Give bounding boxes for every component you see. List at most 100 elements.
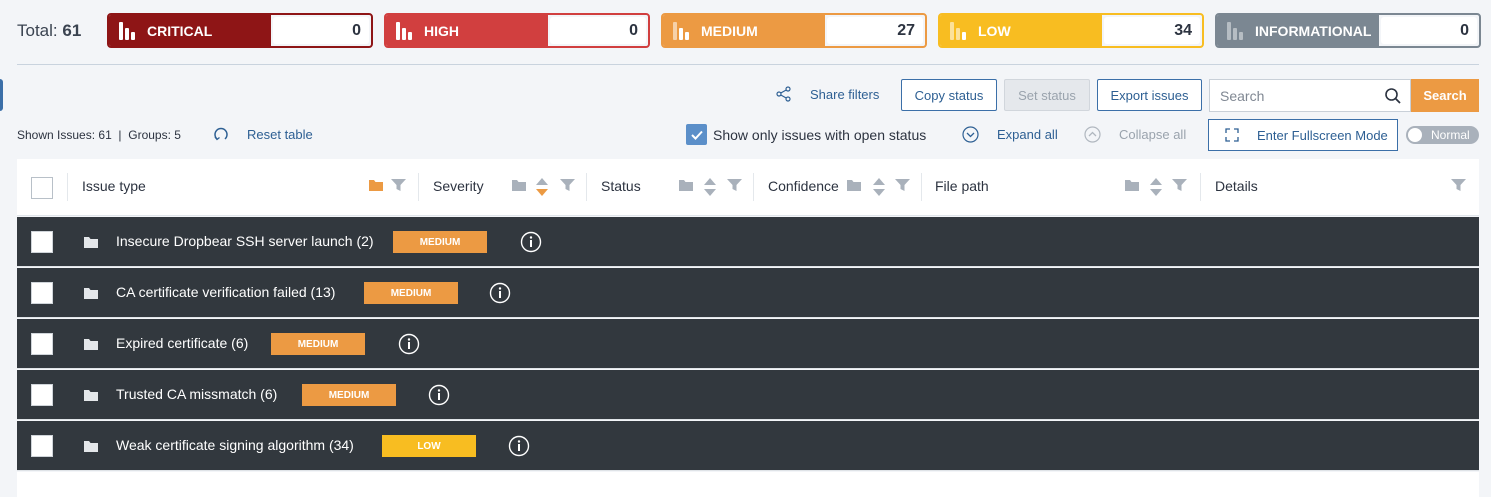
severity-label: LOW <box>978 22 1011 39</box>
severity-bars-icon <box>950 21 968 40</box>
copy-status-button[interactable]: Copy status <box>901 79 997 111</box>
info-icon[interactable] <box>489 282 511 304</box>
search-input[interactable] <box>1220 87 1380 104</box>
filter-icon[interactable] <box>727 178 742 192</box>
filter-icon[interactable] <box>391 178 406 192</box>
group-folder-icon[interactable] <box>368 178 384 192</box>
severity-bars-icon <box>396 21 414 40</box>
row-checkbox[interactable] <box>31 435 53 457</box>
expand-icon <box>1225 128 1239 142</box>
chevron-up-circle-icon <box>1084 126 1101 143</box>
expand-all-link[interactable]: Expand all <box>962 126 1058 143</box>
row-checkbox[interactable] <box>31 282 53 304</box>
column-header-file-path[interactable]: File path <box>935 178 989 194</box>
search-icon[interactable] <box>1384 87 1402 105</box>
severity-card-high[interactable]: HIGH 0 <box>384 13 650 48</box>
folder-icon <box>84 441 98 452</box>
issue-type-label: Weak certificate signing algorithm (34) <box>116 437 354 453</box>
severity-label: CRITICAL <box>147 22 213 39</box>
divider <box>17 64 1479 65</box>
column-header-status[interactable]: Status <box>601 178 641 194</box>
column-header-details[interactable]: Details <box>1215 178 1258 194</box>
table-row[interactable]: Trusted CA missmatch (6) MEDIUM <box>17 370 1479 420</box>
table-row[interactable]: Expired certificate (6) MEDIUM <box>17 319 1479 369</box>
share-icon <box>776 86 791 102</box>
side-panel-handle[interactable] <box>0 79 3 111</box>
reset-icon <box>214 127 228 141</box>
folder-icon <box>84 339 98 350</box>
sort-icon[interactable] <box>703 177 717 197</box>
severity-card-critical[interactable]: CRITICAL 0 <box>107 13 373 48</box>
set-status-button[interactable]: Set status <box>1004 79 1090 111</box>
table-row[interactable]: Weak certificate signing algorithm (34) … <box>17 421 1479 471</box>
sort-icon[interactable] <box>872 177 886 197</box>
severity-bars-icon <box>673 21 691 40</box>
row-checkbox[interactable] <box>31 384 53 406</box>
column-header-issue-type[interactable]: Issue type <box>82 178 146 194</box>
severity-badge: MEDIUM <box>393 231 487 253</box>
search-button[interactable]: Search <box>1411 79 1479 112</box>
severity-label: INFORMATIONAL <box>1255 22 1372 39</box>
open-status-checkbox[interactable] <box>686 124 707 145</box>
filter-icon[interactable] <box>1451 178 1466 192</box>
filter-icon[interactable] <box>560 178 575 192</box>
folder-icon <box>84 288 98 299</box>
severity-label: HIGH <box>424 22 459 39</box>
severity-count: 0 <box>550 17 646 44</box>
group-folder-icon[interactable] <box>678 178 694 192</box>
severity-label: MEDIUM <box>701 22 758 39</box>
severity-card-informational[interactable]: INFORMATIONAL 0 <box>1215 13 1481 48</box>
table-header: Issue type Severity Status Confidence Fi… <box>17 159 1479 216</box>
issue-type-label: Trusted CA missmatch (6) <box>116 386 278 402</box>
view-mode-toggle[interactable]: Normal <box>1406 126 1479 144</box>
export-issues-button[interactable]: Export issues <box>1097 79 1202 111</box>
group-folder-icon[interactable] <box>511 178 527 192</box>
severity-bars-icon <box>119 21 137 40</box>
info-icon[interactable] <box>398 333 420 355</box>
info-icon[interactable] <box>520 231 542 253</box>
row-checkbox[interactable] <box>31 333 53 355</box>
severity-count: 27 <box>827 17 923 44</box>
open-status-filter[interactable]: Show only issues with open status <box>686 124 926 145</box>
sort-icon[interactable] <box>1149 177 1163 197</box>
fullscreen-button[interactable]: Enter Fullscreen Mode <box>1208 119 1398 151</box>
table-footer-space <box>17 472 1479 497</box>
severity-badge: MEDIUM <box>364 282 458 304</box>
filter-icon[interactable] <box>1172 178 1187 192</box>
severity-badge: MEDIUM <box>271 333 365 355</box>
table-row[interactable]: Insecure Dropbear SSH server launch (2) … <box>17 217 1479 267</box>
shown-issues-count: 61 <box>98 128 112 142</box>
total-count: Total: 61 <box>17 20 82 40</box>
severity-count: 0 <box>1381 17 1477 44</box>
info-icon[interactable] <box>428 384 450 406</box>
check-icon <box>690 130 703 140</box>
info-icon[interactable] <box>508 435 530 457</box>
sort-icon[interactable] <box>535 177 549 197</box>
severity-summary: Total: 61 CRITICAL 0 HIGH 0 MEDIUM 27 LO… <box>17 13 1481 48</box>
severity-count: 34 <box>1104 17 1200 44</box>
issue-type-label: Expired certificate (6) <box>116 335 249 351</box>
group-folder-icon[interactable] <box>846 178 862 192</box>
share-filters-link[interactable]: Share filters <box>776 86 879 102</box>
severity-badge: MEDIUM <box>302 384 396 406</box>
table-row[interactable]: CA certificate verification failed (13) … <box>17 268 1479 318</box>
issue-type-label: Insecure Dropbear SSH server launch (2) <box>116 233 374 249</box>
reset-table-link[interactable]: Reset table <box>213 126 313 142</box>
folder-icon <box>84 390 98 401</box>
severity-card-medium[interactable]: MEDIUM 27 <box>661 13 927 48</box>
group-folder-icon[interactable] <box>1124 178 1140 192</box>
filter-icon[interactable] <box>895 178 910 192</box>
severity-bars-icon <box>1227 21 1245 40</box>
total-value: 61 <box>62 20 82 40</box>
severity-card-low[interactable]: LOW 34 <box>938 13 1204 48</box>
collapse-all-link[interactable]: Collapse all <box>1084 126 1186 143</box>
column-header-severity[interactable]: Severity <box>433 178 484 194</box>
select-all-checkbox[interactable] <box>31 177 53 199</box>
search-field <box>1209 79 1411 112</box>
severity-count: 0 <box>273 17 369 44</box>
column-header-confidence[interactable]: Confidence <box>768 178 839 194</box>
shown-issues-info: Shown Issues: 61 | Groups: 5 <box>17 128 181 142</box>
row-checkbox[interactable] <box>31 231 53 253</box>
folder-icon <box>84 237 98 248</box>
groups-count: 5 <box>174 128 181 142</box>
